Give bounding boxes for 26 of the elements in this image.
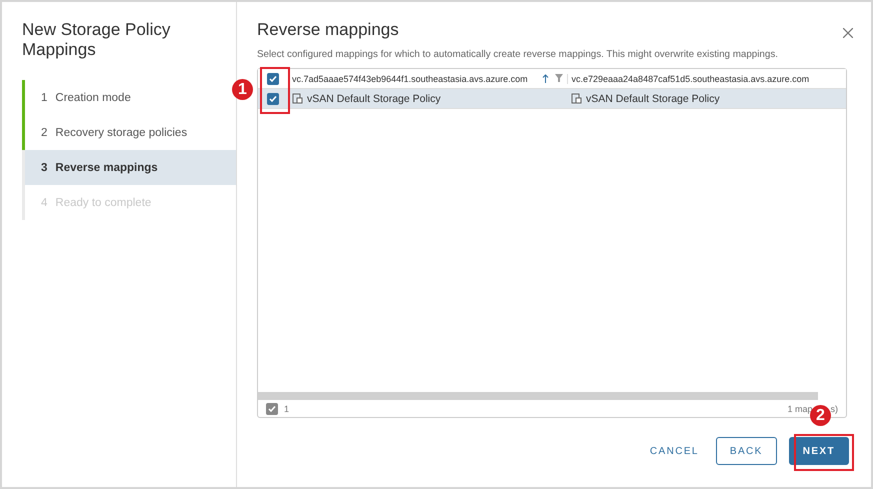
selected-count: 1 xyxy=(284,404,290,414)
back-button[interactable]: BACK xyxy=(716,437,777,465)
page-title: Reverse mappings xyxy=(257,20,400,40)
table-cell: vSAN Default Storage Policy xyxy=(307,92,441,104)
highlight-frame xyxy=(794,434,854,471)
close-icon[interactable] xyxy=(843,28,853,38)
column-header[interactable]: vc.e729eaaa24a8487caf51d5.southeastasia.avs.azure.com xyxy=(572,74,810,84)
policy-icon xyxy=(292,93,303,104)
column-header[interactable]: vc.7ad5aaae574f43eb9644f1.southeastasia.avs.azure.com xyxy=(292,74,528,84)
policy-icon xyxy=(571,93,582,104)
horizontal-scrollbar[interactable] xyxy=(258,392,818,400)
description: Select configured mappings for which to automatically create reverse mappings. This might overwrite existing mappings. xyxy=(257,49,779,60)
sort-up-icon[interactable] xyxy=(542,74,548,83)
selection-checkbox[interactable] xyxy=(266,402,278,414)
table-cell: vSAN Default Storage Policy xyxy=(586,92,720,104)
wizard-title: New Storage Policy Mappings xyxy=(22,20,172,60)
next-button[interactable]: NEXT xyxy=(788,437,849,465)
select-all-checkbox[interactable] xyxy=(267,72,279,84)
callout-number: 1 xyxy=(232,79,253,100)
wizard-step[interactable]: 3 Reverse mappings xyxy=(22,150,236,185)
filter-icon[interactable] xyxy=(554,74,562,82)
item-count: s) xyxy=(830,404,838,414)
highlight-frame xyxy=(260,67,290,114)
item-count: 1 map xyxy=(787,404,812,414)
row-checkbox[interactable] xyxy=(267,92,279,104)
table-row[interactable]: vSAN Default Storage Policy vSAN Default Storage Policy xyxy=(258,89,846,109)
